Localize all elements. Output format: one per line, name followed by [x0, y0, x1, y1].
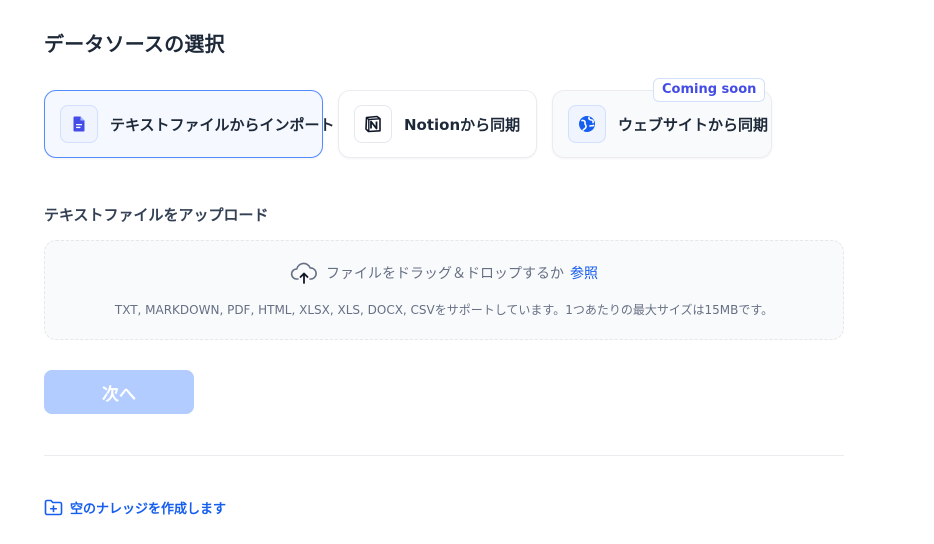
- source-option-notion[interactable]: Notionから同期: [338, 90, 537, 158]
- divider: [44, 455, 844, 456]
- dropzone-prompt: ファイルをドラッグ＆ドロップするか: [326, 266, 564, 282]
- source-option-label: ウェブサイトから同期: [618, 115, 769, 134]
- globe-icon: [568, 105, 606, 143]
- document-icon: [60, 105, 98, 143]
- create-empty-knowledge-link[interactable]: 空のナレッジを作成します: [44, 498, 226, 517]
- upload-section-title: テキストファイルをアップロード: [44, 206, 269, 224]
- page-title: データソースの選択: [44, 32, 225, 56]
- source-option-label: Notionから同期: [404, 115, 521, 134]
- browse-link[interactable]: 参照: [570, 263, 598, 283]
- notion-icon: [354, 105, 392, 143]
- next-button[interactable]: 次へ: [44, 370, 194, 414]
- folder-plus-icon: [44, 499, 63, 516]
- supported-formats-hint: TXT, MARKDOWN, PDF, HTML, XLSX, XLS, DOC…: [114, 303, 774, 317]
- source-option-label: テキストファイルからインポート: [110, 115, 335, 134]
- coming-soon-badge: Coming soon: [653, 78, 766, 102]
- create-empty-knowledge-label: 空のナレッジを作成します: [70, 502, 227, 517]
- create-knowledge-page: データソースの選択 テキストファイルからインポート Notionから同期 ウェブ…: [0, 0, 934, 544]
- file-dropzone[interactable]: ファイルをドラッグ＆ドロップするか 参照 TXT, MARKDOWN, PDF,…: [44, 240, 844, 340]
- cloud-upload-icon: [290, 261, 318, 285]
- dropzone-prompt-row: ファイルをドラッグ＆ドロップするか 参照: [45, 261, 843, 285]
- source-option-text-file[interactable]: テキストファイルからインポート: [44, 90, 335, 158]
